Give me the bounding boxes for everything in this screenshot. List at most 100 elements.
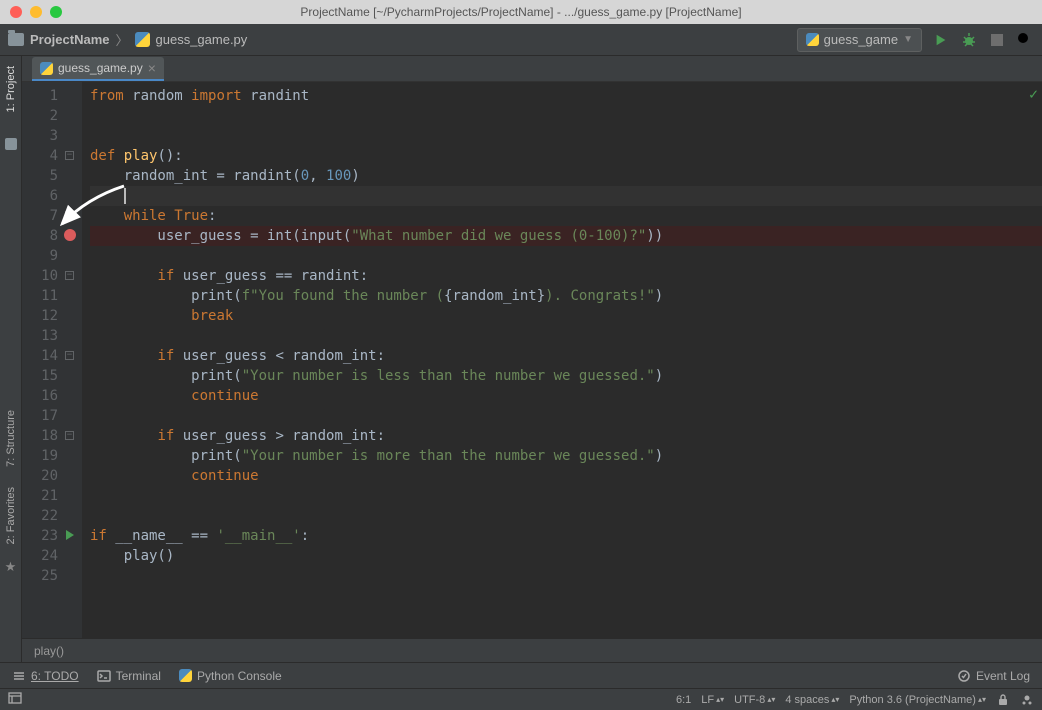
event-log-label: Event Log — [976, 669, 1030, 683]
line-number[interactable]: 4− — [22, 146, 78, 166]
code-line[interactable] — [90, 406, 1042, 426]
code-line[interactable]: user_guess = int(input("What number did … — [90, 226, 1042, 246]
line-number[interactable]: 15 — [22, 366, 78, 386]
line-number[interactable]: 22 — [22, 506, 78, 526]
python-file-icon — [806, 33, 819, 46]
code-line[interactable]: continue — [90, 386, 1042, 406]
code-line[interactable]: continue — [90, 466, 1042, 486]
code-line[interactable] — [90, 186, 1042, 206]
line-number[interactable]: 11 — [22, 286, 78, 306]
line-number[interactable]: 19 — [22, 446, 78, 466]
line-separator[interactable]: LF▴▾ — [701, 694, 724, 706]
line-number[interactable]: 20 — [22, 466, 78, 486]
fold-icon[interactable]: − — [65, 211, 74, 220]
breadcrumb-separator-icon: 〉 — [115, 30, 128, 49]
event-log-tool-tab[interactable]: Event Log — [957, 669, 1030, 683]
structure-tool-label: 7: Structure — [5, 410, 17, 467]
code-line[interactable]: if user_guess < random_int: — [90, 346, 1042, 366]
close-window-icon[interactable] — [10, 6, 22, 18]
breadcrumb-file[interactable]: guess_game.py — [156, 32, 248, 47]
fold-icon[interactable]: − — [65, 271, 74, 280]
code-line[interactable]: def play(): — [90, 146, 1042, 166]
line-number[interactable]: 21 — [22, 486, 78, 506]
minimize-window-icon[interactable] — [30, 6, 42, 18]
code-line[interactable]: if __name__ == '__main__': — [90, 526, 1042, 546]
tool-windows-toggle-icon[interactable] — [8, 691, 22, 705]
todo-tool-tab[interactable]: 6: TODO — [12, 669, 79, 683]
file-encoding[interactable]: UTF-8▴▾ — [734, 694, 775, 706]
code-line[interactable] — [90, 506, 1042, 526]
run-button[interactable] — [932, 31, 950, 49]
line-number[interactable]: 3 — [22, 126, 78, 146]
favorites-tool-tab[interactable]: 2: Favorites — [3, 477, 19, 554]
fold-icon[interactable]: − — [65, 351, 74, 360]
code-line[interactable]: play() — [90, 546, 1042, 566]
line-number[interactable]: 1 — [22, 86, 78, 106]
line-number[interactable]: 5 — [22, 166, 78, 186]
structure-tool-tab[interactable]: 7: Structure — [3, 400, 19, 477]
python-interpreter[interactable]: Python 3.6 (ProjectName)▴▾ — [849, 694, 986, 706]
line-number[interactable]: 18− — [22, 426, 78, 446]
code-line[interactable] — [90, 566, 1042, 586]
code-line[interactable] — [90, 246, 1042, 266]
code-line[interactable] — [90, 486, 1042, 506]
titlebar: ProjectName [~/PycharmProjects/ProjectNa… — [0, 0, 1042, 24]
code-line[interactable] — [90, 106, 1042, 126]
editor-gutter[interactable]: 1234−567−8910−11121314−15161718−19202122… — [22, 82, 82, 638]
run-configuration-selector[interactable]: guess_game ▼ — [797, 28, 922, 52]
line-number[interactable]: 16 — [22, 386, 78, 406]
run-gutter-icon[interactable] — [66, 530, 74, 540]
line-number[interactable]: 12 — [22, 306, 78, 326]
debug-button[interactable] — [960, 31, 978, 49]
breadcrumb-bar[interactable]: play() — [22, 638, 1042, 662]
search-button[interactable] — [1016, 31, 1034, 49]
window-title: ProjectName [~/PycharmProjects/ProjectNa… — [0, 5, 1042, 19]
code-line[interactable]: if user_guess > random_int: — [90, 426, 1042, 446]
code-line[interactable]: print("Your number is less than the numb… — [90, 366, 1042, 386]
code-line[interactable] — [90, 126, 1042, 146]
maximize-window-icon[interactable] — [50, 6, 62, 18]
line-number[interactable]: 8 — [22, 226, 78, 246]
code-line[interactable]: from random import randint — [90, 86, 1042, 106]
code-line[interactable]: if user_guess == randint: — [90, 266, 1042, 286]
breadcrumb[interactable]: ProjectName 〉 guess_game.py — [8, 30, 247, 49]
python-file-icon — [40, 62, 53, 75]
code-editor[interactable]: 1234−567−8910−11121314−15161718−19202122… — [22, 82, 1042, 638]
project-tool-label: 1: Project — [5, 66, 17, 112]
inspection-ok-icon[interactable]: ✓ — [1029, 84, 1038, 104]
line-number[interactable]: 10− — [22, 266, 78, 286]
line-number[interactable]: 25 — [22, 566, 78, 586]
line-number[interactable]: 6 — [22, 186, 78, 206]
caret-position[interactable]: 6:1 — [676, 694, 691, 706]
code-line[interactable] — [90, 326, 1042, 346]
breakpoint-icon[interactable] — [64, 229, 76, 241]
code-line[interactable]: random_int = randint(0, 100) — [90, 166, 1042, 186]
line-number[interactable]: 13 — [22, 326, 78, 346]
fold-icon[interactable]: − — [65, 151, 74, 160]
fold-icon[interactable]: − — [65, 431, 74, 440]
code-line[interactable]: print(f"You found the number ({random_in… — [90, 286, 1042, 306]
breadcrumb-project[interactable]: ProjectName — [30, 32, 109, 47]
line-number[interactable]: 17 — [22, 406, 78, 426]
line-number[interactable]: 7− — [22, 206, 78, 226]
lock-icon[interactable] — [996, 693, 1010, 707]
line-number[interactable]: 9 — [22, 246, 78, 266]
code-line[interactable]: print("Your number is more than the numb… — [90, 446, 1042, 466]
run-config-name: guess_game — [824, 32, 898, 47]
code-line[interactable]: break — [90, 306, 1042, 326]
code-crumb[interactable]: play() — [34, 644, 64, 658]
terminal-tool-tab[interactable]: Terminal — [97, 669, 161, 683]
line-number[interactable]: 24 — [22, 546, 78, 566]
line-number[interactable]: 23 — [22, 526, 78, 546]
ide-features-trainer-icon[interactable] — [1020, 693, 1034, 707]
editor-tab[interactable]: guess_game.py × — [32, 57, 164, 81]
project-tool-tab[interactable]: 1: Project — [3, 56, 19, 122]
line-number[interactable]: 2 — [22, 106, 78, 126]
code-content[interactable]: ✓ from random import randintdef play(): … — [82, 82, 1042, 638]
close-tab-icon[interactable]: × — [148, 60, 156, 76]
code-line[interactable]: while True: — [90, 206, 1042, 226]
terminal-label: Terminal — [116, 669, 161, 683]
python-console-tool-tab[interactable]: Python Console — [179, 669, 282, 683]
indent-settings[interactable]: 4 spaces▴▾ — [785, 694, 839, 706]
line-number[interactable]: 14− — [22, 346, 78, 366]
